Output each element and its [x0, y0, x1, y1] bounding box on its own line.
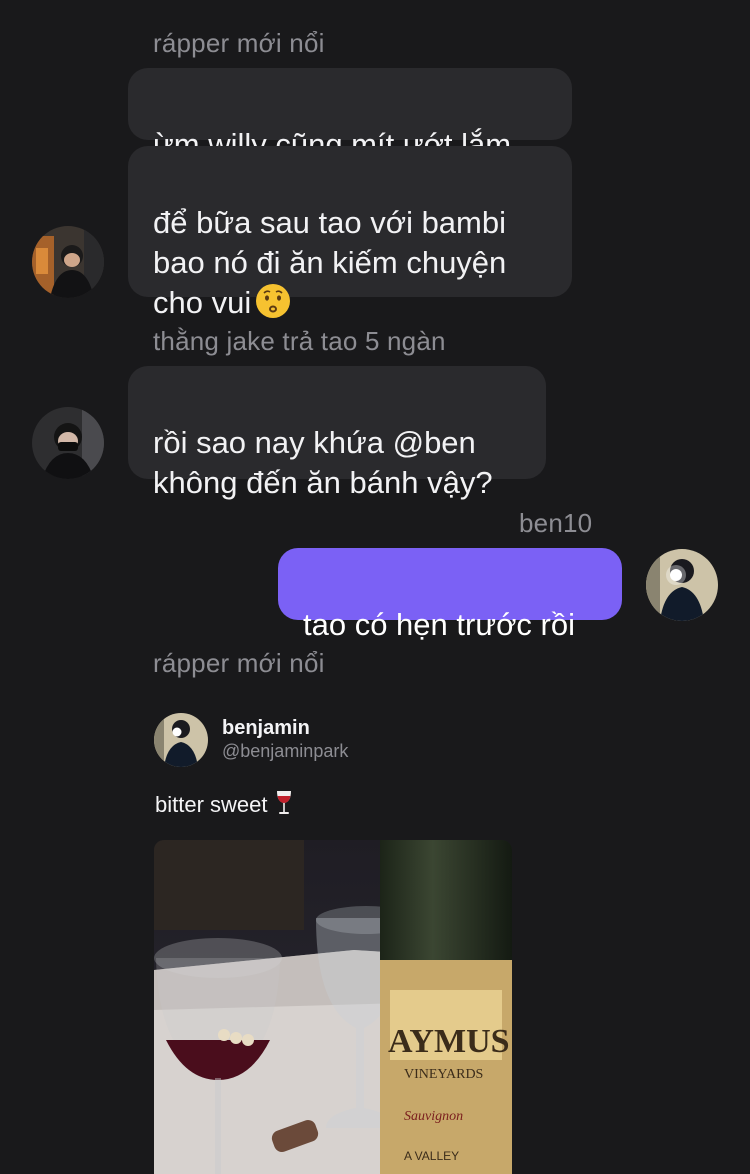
message-text: để bữa sau tao với bambi bao nó đi ăn ki… [153, 205, 507, 320]
message-bubble[interactable]: rồi sao nay khứa @ben không đến ăn bánh … [128, 366, 546, 500]
wine-glass-icon [274, 790, 294, 816]
person-photo-icon [32, 226, 104, 298]
sender-name: rápper mới nổi [153, 648, 325, 678]
kissing-face-emoji-icon [255, 283, 291, 319]
avatar[interactable] [32, 226, 104, 298]
person-masked-photo-icon [32, 407, 104, 479]
message-bubble[interactable]: để bữa sau tao với bambi bao nó đi ăn ki… [128, 146, 572, 320]
post-image[interactable]: AYMUS VINEYARDS Sauvignon A VALLEY [154, 840, 512, 1174]
post-author-avatar[interactable] [154, 713, 208, 767]
sender-name: rápper mới nổi [153, 28, 325, 58]
wine-bottle-photo-icon: AYMUS VINEYARDS Sauvignon A VALLEY [154, 840, 512, 1174]
svg-text:A VALLEY: A VALLEY [404, 1149, 459, 1163]
person-flash-photo-icon [154, 713, 208, 767]
message-text: rồi sao nay khứa @ben không đến ăn bánh … [153, 425, 493, 500]
post-author-handle[interactable]: @benjaminpark [222, 741, 348, 762]
post-caption: bitter sweet [155, 790, 294, 818]
post-author-name[interactable]: benjamin [222, 717, 310, 740]
avatar[interactable] [646, 549, 718, 621]
message-bubble[interactable]: ừm willy cũng mít ướt lắm [128, 68, 572, 162]
message-text: tao có hẹn trước rồi [303, 607, 575, 642]
avatar[interactable] [32, 407, 104, 479]
person-flash-photo-icon [646, 549, 718, 621]
sender-name: thằng jake trả tao 5 ngàn [153, 326, 446, 356]
svg-text:AYMUS: AYMUS [388, 1023, 510, 1060]
message-bubble-outgoing[interactable]: tao có hẹn trước rồi [278, 548, 622, 642]
svg-text:Sauvignon: Sauvignon [404, 1109, 463, 1124]
svg-text:VINEYARDS: VINEYARDS [404, 1067, 483, 1082]
sender-name: ben10 [519, 508, 593, 538]
chat-thread: rápper mới nổi ừm willy cũng mít ướt lắm… [0, 0, 750, 1174]
post-caption-text: bitter sweet [155, 792, 268, 817]
